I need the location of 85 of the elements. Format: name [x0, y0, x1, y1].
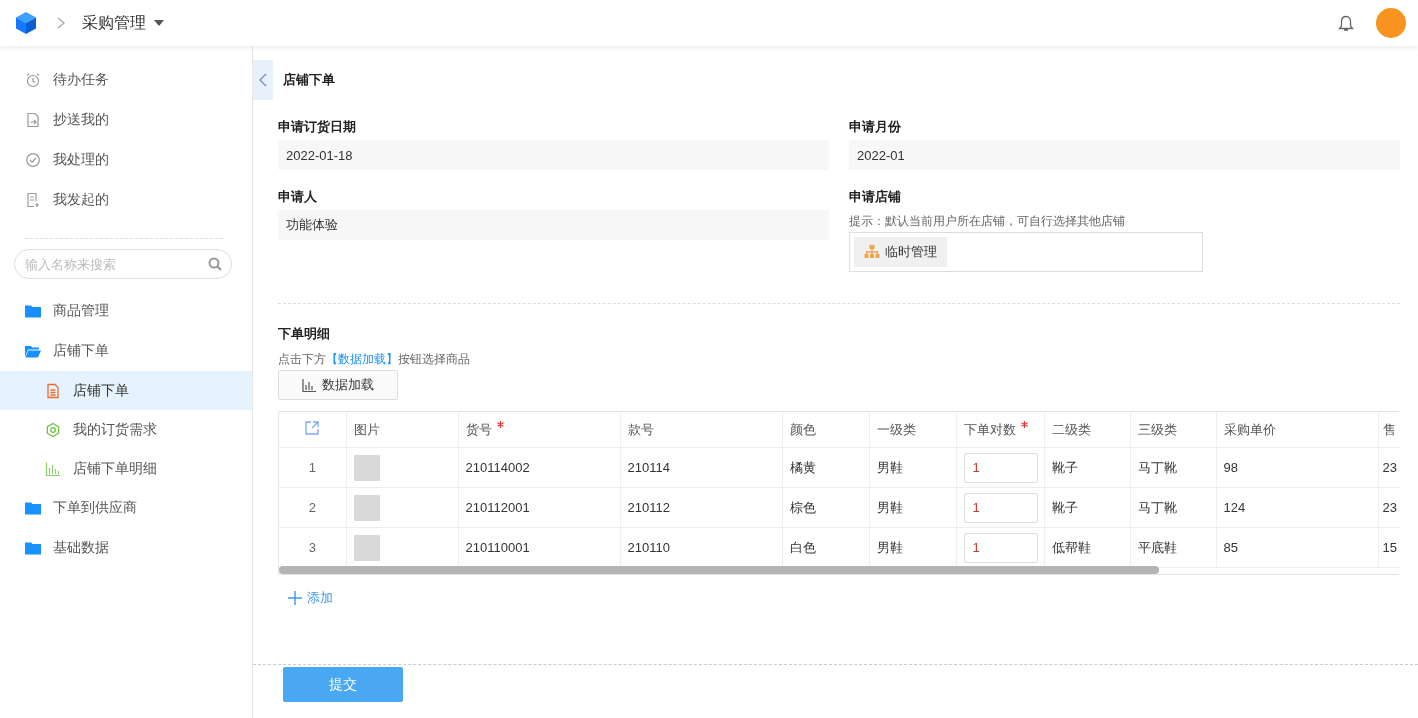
module-dropdown[interactable]: 采购管理 — [82, 12, 164, 34]
tree-item[interactable]: 我的订货需求 — [0, 410, 252, 449]
section-title: 下单明细 — [278, 325, 331, 343]
table-cell: 85 — [1216, 527, 1378, 568]
column-header: 款号 — [627, 421, 654, 437]
table-cell: 橘黄 — [782, 447, 869, 488]
tree-folder[interactable]: 店铺下单 — [0, 331, 252, 371]
bell-icon[interactable] — [1338, 14, 1354, 32]
alarm-clock-icon — [25, 72, 41, 88]
field-value: 功能体验 — [278, 210, 829, 240]
photo-placeholder — [353, 494, 380, 521]
column-header: 下单对数 — [963, 421, 1016, 437]
nav-item[interactable]: 抄送我的 — [0, 100, 252, 140]
column-header: 货号 — [465, 421, 492, 437]
table-cell: 15 — [1378, 527, 1399, 568]
field-value: 2022-01-18 — [278, 140, 829, 170]
table-cell: 98 — [1216, 447, 1378, 488]
table-cell: 23 — [1378, 487, 1399, 528]
table-cell: 男鞋 — [869, 447, 956, 488]
table-cell: 23 — [1378, 447, 1399, 488]
chevron-left-icon — [259, 73, 267, 87]
column-header: 图片 — [353, 421, 380, 437]
table-cell: 靴子 — [1044, 487, 1130, 528]
quantity-input[interactable]: 1 — [963, 532, 1038, 563]
store-select[interactable]: 临时管理 — [849, 232, 1203, 272]
table-cell: 马丁靴 — [1130, 487, 1216, 528]
store-tag[interactable]: 临时管理 — [854, 237, 947, 267]
export-icon — [304, 420, 321, 436]
tree-item[interactable]: 店铺下单 — [0, 371, 252, 410]
column-header: 颜色 — [789, 421, 816, 437]
search-icon — [208, 257, 222, 271]
chevron-right-icon — [56, 17, 66, 29]
row-number: 1 — [279, 447, 346, 488]
field-label: 申请人 — [278, 188, 317, 206]
table-cell: 210114002 — [458, 447, 620, 488]
table-cell: 马丁靴 — [1130, 447, 1216, 488]
column-header: 售 — [1382, 421, 1396, 437]
row-number: 2 — [279, 487, 346, 528]
collapse-button[interactable] — [253, 60, 273, 100]
table-cell: 210114 — [620, 447, 782, 488]
hint-text: 点击下方【数据加载】按钮选择商品 — [278, 351, 471, 368]
column-header: 一级类 — [876, 421, 916, 437]
document-plus-icon — [25, 192, 41, 208]
org-chart-icon — [864, 245, 880, 259]
check-circle-icon — [25, 152, 41, 168]
field-label: 申请店铺 — [849, 188, 901, 206]
required-asterisk-icon — [496, 420, 504, 428]
avatar[interactable] — [1376, 8, 1406, 38]
tree-folder[interactable]: 商品管理 — [0, 291, 252, 331]
column-header: 采购单价 — [1223, 421, 1276, 437]
required-asterisk-icon — [1020, 420, 1028, 428]
tree-folder[interactable]: 下单到供应商 — [0, 488, 252, 528]
column-header: 三级类 — [1137, 421, 1177, 437]
scrollbar-thumb[interactable] — [279, 566, 1159, 574]
table-cell: 210112 — [620, 487, 782, 528]
page-title: 店铺下单 — [283, 71, 335, 89]
hexagon-icon — [45, 421, 61, 438]
nav-item[interactable]: 我处理的 — [0, 140, 252, 180]
field-label: 申请月份 — [849, 118, 901, 136]
document-arrow-icon — [25, 112, 41, 128]
plus-icon — [288, 591, 302, 605]
field-value: 2022-01 — [849, 140, 1400, 170]
column-header: 二级类 — [1051, 421, 1091, 437]
load-data-button[interactable]: 数据加载 — [278, 370, 398, 400]
bar-chart-icon — [45, 460, 61, 477]
tree-folder[interactable]: 基础数据 — [0, 528, 252, 568]
photo-placeholder — [353, 534, 380, 561]
table-cell: 210112001 — [458, 487, 620, 528]
quantity-input[interactable]: 1 — [963, 492, 1038, 523]
table-cell: 靴子 — [1044, 447, 1130, 488]
nav-item[interactable]: 待办任务 — [0, 60, 252, 100]
table-cell: 男鞋 — [869, 487, 956, 528]
caret-down-icon — [154, 20, 164, 26]
document-icon — [45, 382, 61, 399]
table-cell: 棕色 — [782, 487, 869, 528]
search-field[interactable]: 输入名称来搜索 — [14, 249, 232, 279]
hint-text: 提示：默认当前用户所在店铺，可自行选择其他店铺 — [849, 213, 1126, 230]
cube-logo-icon — [14, 11, 38, 35]
tree-item[interactable]: 店铺下单明细 — [0, 449, 252, 488]
table-cell: 124 — [1216, 487, 1378, 528]
bar-chart-icon — [302, 378, 316, 392]
photo-placeholder — [353, 454, 380, 481]
quantity-input[interactable]: 1 — [963, 452, 1038, 483]
nav-item[interactable]: 我发起的 — [0, 180, 252, 220]
field-label: 申请订货日期 — [278, 118, 356, 136]
